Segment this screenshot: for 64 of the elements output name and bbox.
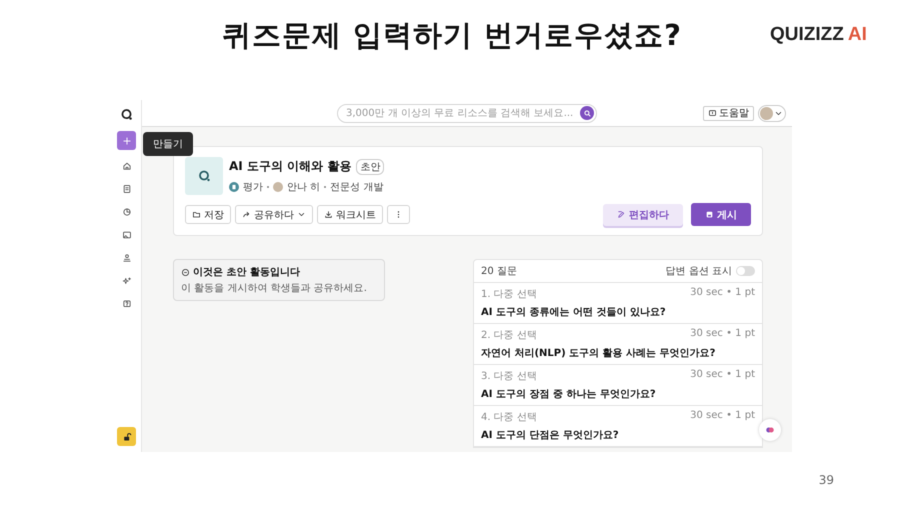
download-icon [324, 210, 333, 219]
question-type: 4. 다중 선택 [481, 411, 537, 424]
author-avatar [273, 182, 283, 192]
plus-icon [122, 136, 132, 146]
toggle-label: 답변 옵션 표시 [666, 265, 732, 278]
person-icon [122, 252, 132, 262]
share-arrow-icon [242, 210, 251, 219]
document-icon [229, 182, 239, 192]
question-text: AI 도구의 장점 중 하나는 무엇인가요? [481, 388, 657, 401]
question-count: 20 질문 [481, 265, 517, 278]
folder-button[interactable]: 저장 [185, 205, 231, 224]
search-icon [582, 108, 592, 118]
separator-dot [267, 186, 269, 188]
caret-icon [297, 210, 306, 219]
download-button[interactable]: 워크시트 [317, 205, 383, 224]
book-icon [122, 184, 132, 194]
question-row[interactable]: 3. 다중 선택 30 sec • 1 pt AI 도구의 장점 중 하나는 무엇인가요? [474, 365, 762, 406]
q-logo-icon [120, 108, 133, 121]
search-field[interactable]: 3,000만 개 이상의 무료 리소스를 검색해 보세요... [337, 104, 597, 122]
question-row[interactable]: 1. 다중 선택 30 sec • 1 pt AI 도구의 종류에는 어떤 것들이 있나요? [474, 283, 762, 324]
activity-title: AI 도구의 이해와 활용 [229, 158, 352, 175]
chart-icon [122, 206, 132, 216]
publish-button[interactable]: 게시 [691, 203, 751, 226]
activity-type: 평가 [243, 181, 263, 194]
image-icon [122, 230, 132, 240]
folder-icon [192, 210, 201, 219]
help-button[interactable]: 도움말 [703, 106, 754, 120]
assistant-button[interactable] [759, 419, 781, 441]
question-text: 자연어 처리(NLP) 도구의 활용 사례는 무엇인가요? [481, 347, 716, 360]
status-badge: 초안 [356, 158, 384, 174]
question-type: 1. 다중 선택 [481, 288, 537, 301]
avatar [760, 106, 773, 120]
activity-category: 전문성 개발 [330, 181, 384, 194]
question-meta: 30 sec • 1 pt [690, 287, 755, 300]
sparkle-icon [122, 276, 132, 286]
question-icon [122, 298, 132, 308]
question-text: AI 도구의 종류에는 어떤 것들이 있나요? [481, 306, 667, 319]
logo: QUIZIZZ AI [770, 24, 867, 46]
question-row[interactable]: 2. 다중 선택 30 sec • 1 pt 자연어 처리(NLP) 도구의 활용 사례는 무엇인가요? [474, 324, 762, 365]
slide-title: 퀴즈문제 입력하기 번거로우셨죠? [222, 17, 682, 54]
draft-text: 이 활동을 게시하여 학생들과 공유하세요. [181, 282, 368, 295]
question-text: AI 도구의 단점은 무엇인가요? [481, 429, 620, 442]
question-meta: 30 sec • 1 pt [690, 410, 755, 423]
search-button[interactable] [580, 106, 594, 120]
question-meta: 30 sec • 1 pt [690, 328, 755, 341]
padlock-icon [122, 432, 132, 442]
question-meta: 30 sec • 1 pt [690, 369, 755, 382]
pencil-icon [617, 210, 626, 219]
author-name: 안나 히 [287, 181, 320, 194]
home-icon [122, 160, 132, 170]
create-button[interactable] [117, 131, 136, 150]
edit-button[interactable]: 편집하다 [603, 204, 683, 226]
save-icon [705, 210, 714, 219]
chat-icon [708, 108, 717, 118]
page-number: 39 [818, 473, 834, 487]
question-type: 3. 다중 선택 [481, 370, 537, 383]
tooltip: 만들기 [143, 132, 193, 156]
unlock-button[interactable] [117, 427, 136, 446]
question-type: 2. 다중 선택 [481, 329, 537, 342]
answer-options-toggle[interactable] [736, 266, 755, 276]
share-button[interactable]: 공유하다 [235, 205, 313, 224]
separator-dot [324, 186, 326, 188]
draft-title: 이것은 초안 활동입니다 [193, 266, 300, 279]
q-logo-icon [196, 168, 212, 184]
